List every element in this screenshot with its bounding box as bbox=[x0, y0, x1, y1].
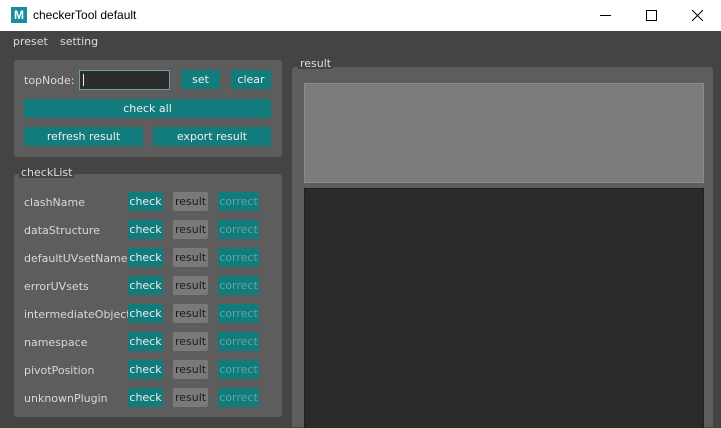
correct-button[interactable]: correct bbox=[218, 332, 259, 351]
result-title: result bbox=[298, 57, 334, 70]
check-button[interactable]: check bbox=[128, 248, 163, 267]
checklist-row: unknownPlugin check result correct bbox=[0, 388, 290, 408]
check-button[interactable]: check bbox=[128, 192, 163, 211]
check-button[interactable]: check bbox=[128, 304, 163, 323]
menu-bar: preset setting bbox=[0, 31, 721, 50]
correct-button[interactable]: correct bbox=[218, 388, 259, 407]
result-summary-area[interactable] bbox=[304, 83, 704, 183]
result-button[interactable]: result bbox=[173, 360, 208, 379]
checklist-row: namespace check result correct bbox=[0, 332, 290, 352]
export-result-button[interactable]: export result bbox=[153, 127, 271, 146]
result-button[interactable]: result bbox=[173, 332, 208, 351]
result-output-area[interactable] bbox=[304, 188, 704, 428]
check-item-label: clashName bbox=[24, 196, 85, 209]
check-item-label: errorUVsets bbox=[24, 280, 89, 293]
checklist-row: errorUVsets check result correct bbox=[0, 276, 290, 296]
check-item-label: pivotPosition bbox=[24, 364, 95, 377]
clear-button[interactable]: clear bbox=[231, 70, 271, 89]
title-bar: M checkerTool default bbox=[0, 0, 721, 31]
check-item-label: unknownPlugin bbox=[24, 392, 108, 405]
topnode-label: topNode: bbox=[24, 74, 75, 87]
check-item-label: dataStructure bbox=[24, 224, 100, 237]
close-button[interactable] bbox=[675, 0, 721, 31]
checklist-row: pivotPosition check result correct bbox=[0, 360, 290, 380]
set-button[interactable]: set bbox=[181, 70, 220, 89]
close-icon bbox=[692, 10, 703, 21]
check-button[interactable]: check bbox=[128, 276, 163, 295]
minimize-icon bbox=[600, 15, 611, 16]
check-item-label: intermediateObject bbox=[24, 308, 131, 321]
checklist-row: clashName check result correct bbox=[0, 192, 290, 212]
checklist-row: intermediateObject check result correct bbox=[0, 304, 290, 324]
minimize-button[interactable] bbox=[583, 0, 629, 31]
check-button[interactable]: check bbox=[128, 220, 163, 239]
check-button[interactable]: check bbox=[128, 360, 163, 379]
result-button[interactable]: result bbox=[173, 248, 208, 267]
correct-button[interactable]: correct bbox=[218, 276, 259, 295]
refresh-result-button[interactable]: refresh result bbox=[24, 127, 143, 146]
result-button[interactable]: result bbox=[173, 192, 208, 211]
correct-button[interactable]: correct bbox=[218, 248, 259, 267]
menu-preset[interactable]: preset bbox=[13, 35, 48, 48]
check-all-button[interactable]: check all bbox=[24, 99, 271, 118]
correct-button[interactable]: correct bbox=[218, 360, 259, 379]
app-logo-icon: M bbox=[11, 7, 27, 23]
result-button[interactable]: result bbox=[173, 276, 208, 295]
check-button[interactable]: check bbox=[128, 332, 163, 351]
menu-setting[interactable]: setting bbox=[60, 35, 98, 48]
result-panel bbox=[292, 67, 713, 428]
checklist-row: dataStructure check result correct bbox=[0, 220, 290, 240]
window-title: checkerTool default bbox=[33, 8, 137, 22]
result-button[interactable]: result bbox=[173, 388, 208, 407]
correct-button[interactable]: correct bbox=[218, 192, 259, 211]
text-caret bbox=[83, 74, 84, 86]
check-item-label: namespace bbox=[24, 336, 88, 349]
check-button[interactable]: check bbox=[128, 388, 163, 407]
top-node-panel: topNode: set clear check all refresh res… bbox=[14, 60, 282, 157]
check-item-label: defaultUVsetName bbox=[24, 252, 128, 265]
maximize-icon bbox=[646, 10, 657, 21]
correct-button[interactable]: correct bbox=[218, 220, 259, 239]
checklist-title: checkList bbox=[19, 166, 75, 179]
correct-button[interactable]: correct bbox=[218, 304, 259, 323]
result-button[interactable]: result bbox=[173, 220, 208, 239]
maximize-button[interactable] bbox=[629, 0, 675, 31]
topnode-input[interactable] bbox=[79, 70, 170, 90]
result-button[interactable]: result bbox=[173, 304, 208, 323]
checklist-row: defaultUVsetName check result correct bbox=[0, 248, 290, 268]
